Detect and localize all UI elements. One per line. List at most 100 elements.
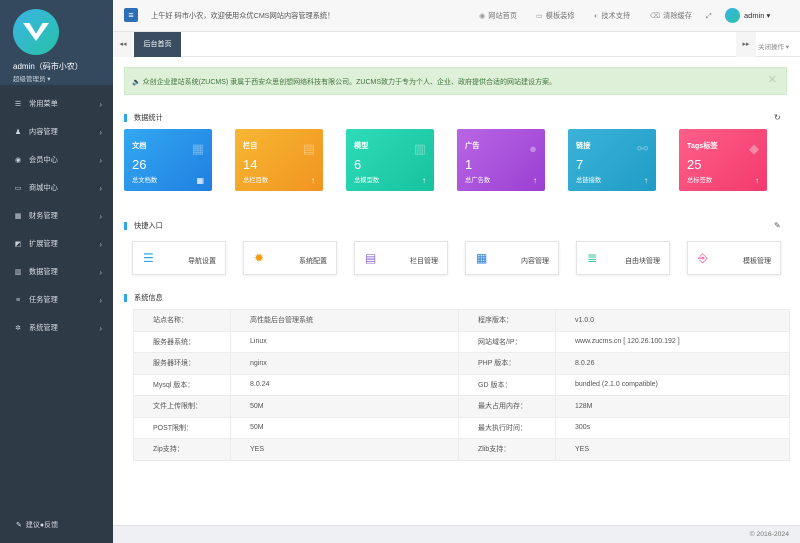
quick-entry-button[interactable]: ▦ 内容管理 bbox=[465, 241, 559, 275]
stat-card[interactable]: 栏目 14 总栏目数 ↑ ▤ bbox=[235, 129, 323, 191]
stat-card-value: 7 bbox=[576, 157, 584, 172]
info-value: nginx bbox=[230, 352, 459, 375]
close-operations-dropdown[interactable]: 关闭操作 ▾ bbox=[758, 41, 789, 51]
arrow-up-icon[interactable]: ↑ bbox=[755, 176, 759, 185]
copyright: © 2016-2024 bbox=[749, 531, 789, 538]
user-role-dropdown[interactable]: 超级管理员 ▾ bbox=[13, 73, 51, 83]
sidebar-item-label: 商城中心 bbox=[29, 183, 58, 192]
arrow-up-icon[interactable]: ↑ bbox=[644, 176, 648, 185]
tab-bar: ◂◂ 后台首页 ▸▸ 关闭操作 ▾ bbox=[113, 32, 800, 57]
clear-cache-link[interactable]: ⌫ 清除缓存 bbox=[650, 11, 692, 21]
footer: © 2016-2024 bbox=[113, 525, 800, 543]
table-row: Mysql 版本： 8.0.24 GD 版本： bundled (2.1.0 comp… bbox=[133, 373, 790, 396]
sidebar-item-label: 财务管理 bbox=[29, 211, 58, 220]
sliders-icon: ≡ bbox=[15, 296, 21, 304]
sidebar-item-shop[interactable]: ▭ 商城中心 › bbox=[0, 174, 113, 202]
info-value: 高性能后台管理系统 bbox=[230, 309, 459, 332]
database-icon: ▥ bbox=[14, 269, 22, 276]
refresh-icon[interactable]: ↻ bbox=[774, 113, 781, 122]
template-link[interactable]: ▭ 模板装修 bbox=[536, 11, 575, 21]
sidebar-menu: ☰ 常用菜单 › ♟ 内容管理 › ◉ 会员中心 › ▭ 商城中心 › ▦ 财务管理 › ◩ 扩展管理… bbox=[0, 90, 113, 342]
stat-card[interactable]: Tags标签 25 总标签数 ↑ ◆ bbox=[679, 129, 767, 191]
sidebar-item-members[interactable]: ◉ 会员中心 › bbox=[0, 146, 113, 174]
info-label: GD 版本： bbox=[458, 373, 556, 396]
quick-entry-label: 内容管理 bbox=[521, 258, 549, 265]
arrow-up-icon[interactable]: ↑ bbox=[533, 176, 537, 185]
quick-entry-label: 自由块管理 bbox=[625, 258, 660, 265]
sidebar-item-label: 系统管理 bbox=[29, 323, 58, 332]
tab-home[interactable]: 后台首页 bbox=[134, 32, 181, 57]
quick-entry-label: 栏目管理 bbox=[410, 258, 438, 265]
quick-entry-button[interactable]: ⎆ 模板管理 bbox=[687, 241, 781, 275]
sidebar-item-content[interactable]: ♟ 内容管理 › bbox=[0, 118, 113, 146]
quick-section-title: 快捷入口 bbox=[124, 222, 163, 230]
quick-entry-label: 导航设置 bbox=[188, 258, 216, 265]
user-menu-dropdown[interactable]: admin ▾ bbox=[744, 11, 770, 20]
table-row: 服务器系统： Linux 网站域名/IP： www.zucms.cn [ 120.26… bbox=[133, 330, 790, 353]
table-row: 文件上传限制： 50M 最大占用内存： 128M bbox=[133, 395, 790, 418]
stat-card[interactable]: 文档 26 总文档数 ▦ ▦ bbox=[124, 129, 212, 191]
image-icon: ◩ bbox=[14, 241, 22, 248]
stat-card-value: 25 bbox=[687, 157, 702, 172]
trash-icon: ⌫ bbox=[650, 11, 661, 20]
info-value: 8.0.24 bbox=[230, 373, 459, 396]
stat-card-subtitle: 总链接数 bbox=[576, 177, 602, 184]
users-icon: ◉ bbox=[14, 157, 22, 164]
quick-entry-button[interactable]: ☰ 导航设置 bbox=[132, 241, 226, 275]
chevron-right-icon: › bbox=[99, 183, 102, 193]
stat-card-value: 6 bbox=[354, 157, 362, 172]
code-file-icon: ⎆ bbox=[698, 251, 708, 265]
arrow-up-icon[interactable]: ▦ bbox=[196, 176, 204, 185]
stat-card-value: 14 bbox=[243, 157, 258, 172]
menu-toggle-button[interactable]: ≡ bbox=[124, 8, 138, 22]
site-home-link[interactable]: ◉ 网站首页 bbox=[479, 11, 517, 21]
edit-icon[interactable]: ✎ bbox=[774, 221, 781, 230]
quick-entry-button[interactable]: ▤ 栏目管理 bbox=[354, 241, 448, 275]
chevron-right-icon: › bbox=[99, 99, 102, 109]
clear-cache-label: 清除缓存 bbox=[663, 11, 692, 20]
info-alert: 🔈 众创企业建站系统(ZUCMS) 隶属于西安众思创想网络科技有限公司。ZUCM… bbox=[124, 67, 787, 95]
tab-scroll-right-button[interactable]: ▸▸ bbox=[736, 32, 756, 57]
stat-card-subtitle: 总文档数 bbox=[132, 177, 158, 184]
chevron-right-icon: › bbox=[99, 127, 102, 137]
arrow-up-icon[interactable]: ↑ bbox=[311, 176, 315, 185]
quick-entry-button[interactable]: ≣ 自由块管理 bbox=[576, 241, 670, 275]
info-label: 服务器系统： bbox=[133, 330, 231, 353]
stats-section-title: 数据统计 bbox=[124, 114, 163, 122]
fullscreen-icon[interactable]: ⤢ bbox=[706, 11, 712, 21]
sidebar-item-label: 内容管理 bbox=[29, 127, 58, 136]
sidebar-item-finance[interactable]: ▦ 财务管理 › bbox=[0, 202, 113, 230]
sidebar-item-extensions[interactable]: ◩ 扩展管理 › bbox=[0, 230, 113, 258]
gears-icon: ✲ bbox=[15, 325, 21, 332]
sidebar-item-label: 扩展管理 bbox=[29, 239, 58, 248]
shield-icon: ◐ bbox=[594, 11, 599, 20]
feedback-link[interactable]: ✎ 建议●反馈 bbox=[16, 520, 58, 530]
stat-card[interactable]: 模型 6 总模型数 ↑ ▥ bbox=[346, 129, 434, 191]
sidebar-item-tasks[interactable]: ≡ 任务管理 › bbox=[0, 286, 113, 314]
template-label: 模板装修 bbox=[545, 11, 575, 20]
sidebar-item-system[interactable]: ✲ 系统管理 › bbox=[0, 314, 113, 342]
sidebar-item-label: 数据管理 bbox=[29, 267, 58, 276]
info-label: 服务器环境： bbox=[133, 352, 231, 375]
sidebar-item-data[interactable]: ▥ 数据管理 › bbox=[0, 258, 113, 286]
chevron-right-icon: › bbox=[99, 323, 102, 333]
user-name: admin（码市小农） bbox=[13, 62, 83, 71]
grid-icon: ▥ bbox=[413, 141, 426, 156]
info-label: Mysql 版本： bbox=[133, 373, 231, 396]
stat-card[interactable]: 链接 7 总链接数 ↑ ⚯ bbox=[568, 129, 656, 191]
avatar[interactable] bbox=[725, 8, 740, 23]
info-value: v1.0.0 bbox=[555, 309, 790, 332]
alert-text: 🔈 众创企业建站系统(ZUCMS) 隶属于西安众思创想网络科技有限公司。ZUCM… bbox=[132, 79, 557, 86]
support-link[interactable]: ◐ 技术支持 bbox=[594, 11, 630, 21]
arrow-up-icon[interactable]: ↑ bbox=[422, 176, 426, 185]
tab-scroll-left-button[interactable]: ◂◂ bbox=[113, 32, 133, 57]
stat-card[interactable]: 广告 1 总广告数 ↑ ● bbox=[457, 129, 545, 191]
sidebar-item-common-menu[interactable]: ☰ 常用菜单 › bbox=[0, 90, 113, 118]
quick-entry-button[interactable]: ✹ 系统配置 bbox=[243, 241, 337, 275]
link-icon: ⚯ bbox=[637, 141, 648, 156]
info-value: www.zucms.cn [ 120.26.100.192 ] bbox=[555, 330, 790, 353]
close-icon[interactable]: ✕ bbox=[768, 73, 777, 86]
tag-icon: ◆ bbox=[749, 141, 759, 156]
logo bbox=[13, 9, 59, 55]
info-value: bundled (2.1.0 compatible) bbox=[555, 373, 790, 396]
